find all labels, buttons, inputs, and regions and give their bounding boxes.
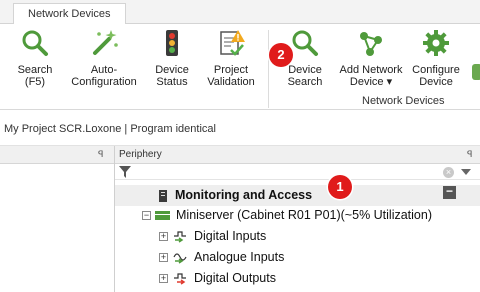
project-validation-button[interactable]: Project Validation: [204, 28, 258, 98]
periphery-filter-row[interactable]: [115, 164, 480, 180]
chevron-down-icon[interactable]: [461, 169, 471, 175]
expand-toggle-icon[interactable]: +: [159, 274, 168, 283]
traffic-light-icon: [166, 30, 178, 56]
device-search-label-1: Device: [288, 64, 322, 76]
configure-device-label-2: Device: [419, 76, 453, 88]
magic-wand-icon: [93, 30, 118, 55]
search-button-label-2: (F5): [24, 76, 46, 88]
pin-icon[interactable]: ꟼ: [98, 146, 103, 163]
filter-icon[interactable]: [119, 166, 131, 178]
partial-ribbon-icon[interactable]: [472, 64, 480, 80]
callout-badge-1: 1: [328, 175, 352, 199]
clipboard-warning-icon: [220, 30, 245, 56]
auto-configuration-label-2: Configuration: [71, 76, 137, 88]
search-button[interactable]: Search (F5): [12, 28, 58, 98]
search-button-label-1: Search: [17, 64, 53, 76]
ribbon-tabstrip: Network Devices: [0, 0, 480, 25]
add-network-device-button[interactable]: Add Network Device ▾: [336, 28, 406, 98]
tree-row-analogue-inputs[interactable]: + Analogue Inputs: [115, 247, 480, 268]
miniserver-icon: [155, 211, 170, 220]
auto-configuration-button[interactable]: Auto- Configuration: [66, 28, 142, 98]
tree-row-miniserver[interactable]: − Miniserver (Cabinet R01 P01)(~5% Utili…: [115, 205, 480, 226]
tab-network-devices[interactable]: Network Devices: [13, 3, 126, 25]
clear-filter-icon[interactable]: ×: [443, 167, 454, 178]
device-box-icon: [159, 190, 167, 202]
project-validation-label-2: Validation: [207, 76, 255, 88]
magnifier-icon: [292, 30, 318, 56]
tree-row-digital-inputs[interactable]: + Digital Inputs: [115, 226, 480, 247]
analogue-input-icon: [173, 253, 187, 264]
ribbon-group-separator: [268, 30, 269, 108]
tree-label: Monitoring and Access: [175, 188, 313, 202]
device-status-label-1: Device: [155, 64, 189, 76]
project-status-line: My Project SCR.Loxone | Program identica…: [0, 112, 480, 146]
auto-configuration-label-1: Auto-: [90, 64, 118, 76]
callout-badge-2: 2: [269, 43, 293, 67]
device-status-label-2: Status: [156, 76, 188, 88]
tree-label: Digital Outputs: [194, 271, 276, 285]
configure-device-label-1: Configure: [412, 64, 460, 76]
collapse-icon[interactable]: −: [443, 185, 456, 199]
periphery-pane-title: Periphery: [119, 149, 162, 160]
digital-input-icon: [174, 231, 186, 243]
digital-output-icon: [174, 273, 186, 285]
network-nodes-icon: [360, 32, 382, 56]
collapse-toggle-icon[interactable]: −: [142, 211, 151, 220]
pin-icon[interactable]: ꟼ: [467, 146, 472, 163]
magnifier-icon: [22, 30, 48, 56]
add-network-device-label-2: Device ▾: [349, 76, 393, 88]
tree-label: Miniserver (Cabinet R01 P01)(~5% Utiliza…: [176, 208, 432, 222]
left-pane-header: ꟼ: [0, 146, 114, 164]
device-status-button[interactable]: Device Status: [150, 28, 194, 98]
gear-icon: [423, 30, 449, 56]
ribbon-group-label: Network Devices: [362, 95, 445, 107]
tree-label: Analogue Inputs: [194, 250, 285, 264]
project-validation-label-1: Project: [213, 64, 249, 76]
configure-device-button[interactable]: Configure Device: [410, 28, 462, 98]
tree-row-monitoring-and-access[interactable]: Monitoring and Access: [115, 185, 480, 206]
device-search-label-2: Search: [287, 76, 323, 88]
add-network-device-label-1: Add Network: [339, 64, 403, 76]
periphery-pane-header: Periphery ꟼ: [115, 146, 480, 164]
expand-toggle-icon[interactable]: +: [159, 232, 168, 241]
tree-label: Digital Inputs: [194, 229, 267, 243]
ribbon: Search (F5) Auto- Configuration Device S…: [0, 24, 480, 110]
expand-toggle-icon[interactable]: +: [159, 253, 168, 262]
tree-row-digital-outputs[interactable]: + Digital Outputs: [115, 268, 480, 289]
